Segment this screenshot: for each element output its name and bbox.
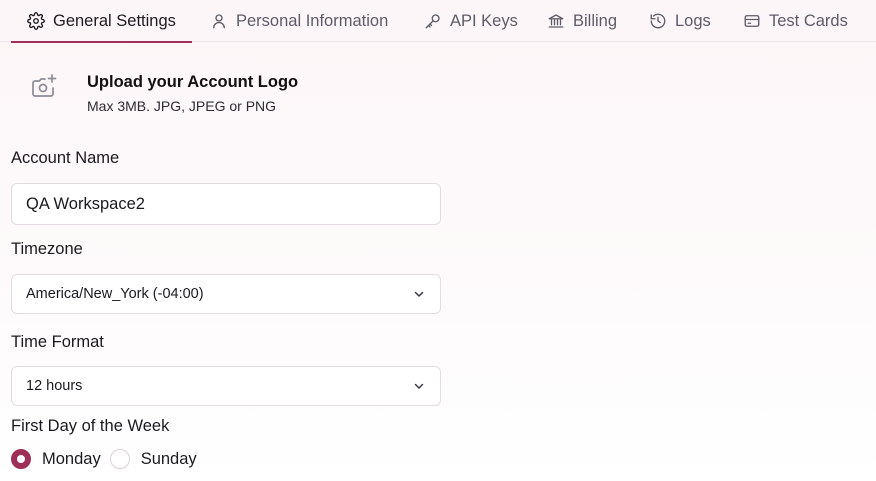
first-day-radio-group: Monday Sunday	[11, 449, 197, 469]
radio-monday[interactable]: Monday	[11, 449, 101, 469]
radio-sunday[interactable]: Sunday	[109, 449, 197, 469]
user-icon	[213, 14, 225, 29]
upload-logo-title: Upload your Account Logo	[87, 73, 299, 91]
tab-label: Personal Information	[236, 11, 389, 30]
bank-icon	[548, 14, 564, 28]
tab-api-keys[interactable]: API Keys	[424, 0, 518, 42]
tab-billing[interactable]: Billing	[547, 0, 617, 42]
tab-logs[interactable]: Logs	[649, 0, 711, 42]
time-format-selected-value: 12 hours	[26, 378, 83, 394]
settings-tabs: General Settings Personal Information AP…	[0, 0, 876, 43]
tab-label: API Keys	[450, 11, 518, 30]
tab-label: Logs	[675, 11, 711, 30]
radio-label: Monday	[42, 449, 101, 468]
tab-general-settings[interactable]: General Settings	[11, 0, 192, 43]
timezone-selected-value: America/New_York (-04:00)	[26, 286, 204, 302]
credit-card-icon	[744, 15, 760, 27]
chevron-down-icon	[414, 291, 424, 297]
history-icon	[650, 13, 666, 29]
radio-indicator	[109, 449, 130, 469]
radio-indicator	[11, 449, 31, 469]
upload-logo-button[interactable]	[30, 72, 58, 100]
gear-icon	[27, 12, 45, 30]
timezone-select[interactable]: America/New_York (-04:00)	[11, 274, 441, 314]
chevron-down-icon	[414, 383, 424, 389]
timezone-label: Timezone	[11, 240, 83, 258]
camera-plus-icon	[32, 74, 57, 97]
account-name-input[interactable]	[11, 183, 441, 225]
key-icon	[425, 14, 440, 29]
tab-personal-information[interactable]: Personal Information	[210, 0, 388, 42]
tab-test-cards[interactable]: Test Cards	[743, 0, 848, 42]
time-format-label: Time Format	[11, 333, 104, 351]
upload-logo-hint: Max 3MB. JPG, JPEG or PNG	[87, 98, 277, 114]
time-format-select[interactable]: 12 hours	[11, 366, 441, 406]
first-day-label: First Day of the Week	[11, 417, 170, 435]
tab-label: Test Cards	[769, 11, 848, 30]
account-name-label: Account Name	[11, 149, 120, 167]
tab-label: Billing	[573, 11, 618, 30]
tab-label: General Settings	[53, 11, 176, 30]
radio-label: Sunday	[140, 449, 197, 468]
